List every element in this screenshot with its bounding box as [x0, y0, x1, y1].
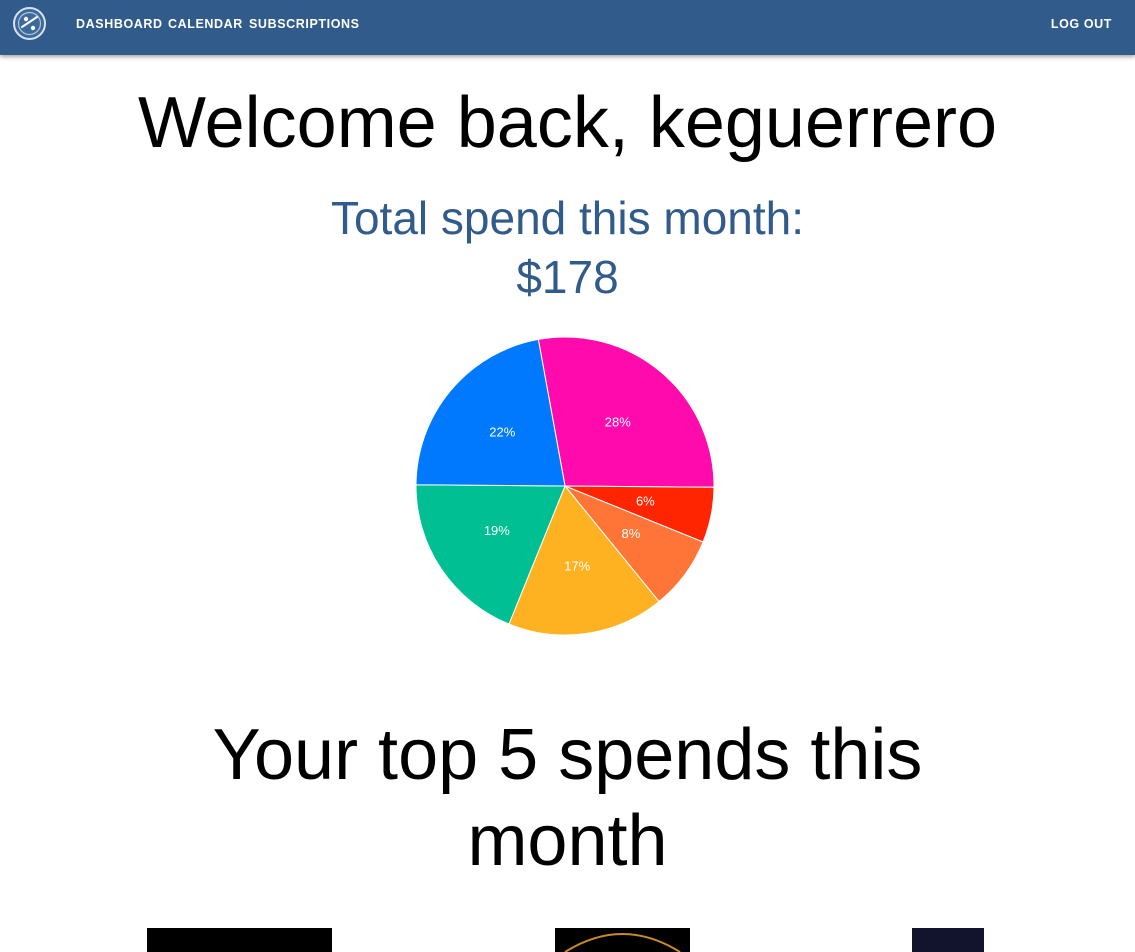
- pie-slice-label: 17%: [564, 558, 590, 573]
- pie-slice-label: 6%: [636, 493, 655, 508]
- welcome-heading: Welcome back, keguerrero: [137, 83, 998, 163]
- pie-slice-label: 8%: [621, 526, 640, 541]
- logout-link[interactable]: LOG OUT: [1051, 17, 1112, 31]
- app-logo-icon[interactable]: [13, 7, 46, 40]
- top-spend-card-2-image[interactable]: [555, 928, 690, 952]
- pie-slice[interactable]: [537, 336, 715, 488]
- nav-calendar-link[interactable]: CALENDAR: [168, 17, 243, 31]
- top-spends-heading-line2: month: [467, 801, 668, 881]
- pie-slice-label: 22%: [489, 425, 515, 440]
- total-spend-amount: $178: [516, 251, 619, 303]
- nav-subscriptions-link[interactable]: SUBSCRIPTIONS: [249, 17, 360, 31]
- total-spend-label: Total spend this month:: [330, 192, 805, 244]
- spend-pie-chart: 28% 6% 8% 17% 19% 22%: [415, 336, 715, 636]
- pie-slice-label: 28%: [605, 415, 631, 430]
- top-spend-card-3-image[interactable]: [912, 928, 984, 952]
- top-spends-heading: Your top 5 spends this month: [0, 712, 1135, 884]
- total-spend-section: Total spend this month: $178: [0, 189, 1135, 307]
- top-navigation-bar: DASHBOARD CALENDAR SUBSCRIPTIONS LOG OUT: [0, 0, 1135, 55]
- top-spend-card-1-image[interactable]: [147, 928, 332, 952]
- pie-slice-label: 19%: [484, 523, 510, 538]
- top-spends-heading-line1: Your top 5 spends this: [212, 715, 923, 795]
- nav-dashboard-link[interactable]: DASHBOARD: [76, 17, 163, 31]
- ring-logo-icon: [564, 933, 681, 952]
- pie-slice[interactable]: [415, 338, 566, 487]
